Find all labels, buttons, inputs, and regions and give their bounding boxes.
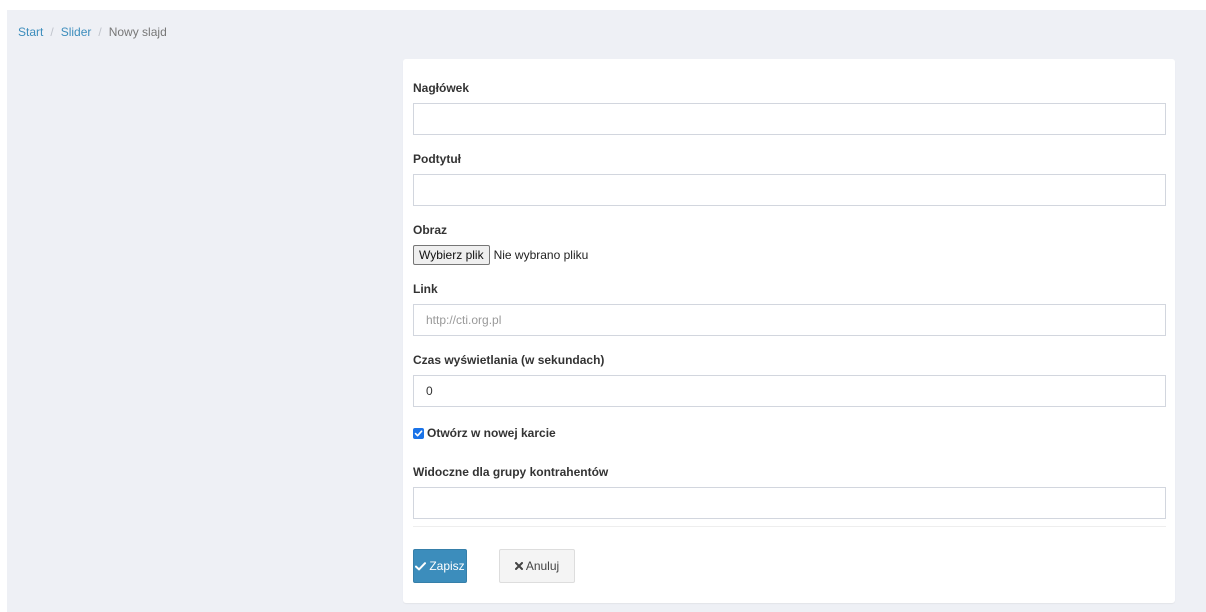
subtitle-input[interactable] [413,174,1166,206]
new-tab-label: Otwórz w nowej karcie [427,426,556,440]
header-label: Nagłówek [413,81,470,95]
header-input[interactable] [413,103,1166,135]
duration-label: Czas wyświetlania (w sekundach) [413,353,605,367]
checkmark-icon [414,429,423,436]
choose-file-button[interactable]: Wybierz plik [413,244,490,265]
save-button[interactable]: Zapisz [413,549,467,583]
breadcrumb-link-slider[interactable]: Slider [61,25,92,39]
file-status-text: Nie wybrano pliku [493,247,589,262]
cancel-button-label: Anuluj [525,559,560,573]
breadcrumb-separator: / [50,25,54,39]
form-divider [413,526,1166,527]
breadcrumb-separator: / [98,25,102,39]
duration-input[interactable] [413,375,1166,407]
save-button-label: Zapisz [429,559,465,573]
breadcrumb-current: Nowy slajd [108,25,167,39]
link-label: Link [413,282,438,296]
groups-input[interactable] [413,487,1166,519]
image-label: Obraz [413,223,448,237]
breadcrumb: Start / Slider / Nowy slajd [18,24,167,40]
groups-label: Widoczne dla grupy kontrahentów [413,465,609,479]
slide-form-card: Nagłówek Podtytuł Obraz Wybierz plik Nie… [403,59,1175,603]
cancel-button[interactable]: Anuluj [499,549,575,583]
image-file-picker: Wybierz plik Nie wybrano pliku [413,244,588,265]
new-tab-option: Otwórz w nowej karcie [413,426,556,440]
check-icon [415,561,427,571]
breadcrumb-link-start[interactable]: Start [18,25,43,39]
page-content: Start / Slider / Nowy slajd Nagłówek Podtytu… [7,10,1206,612]
times-icon [514,562,523,570]
new-tab-checkbox[interactable] [413,427,424,439]
link-input[interactable] [413,304,1166,336]
subtitle-label: Podtytuł [413,152,461,166]
